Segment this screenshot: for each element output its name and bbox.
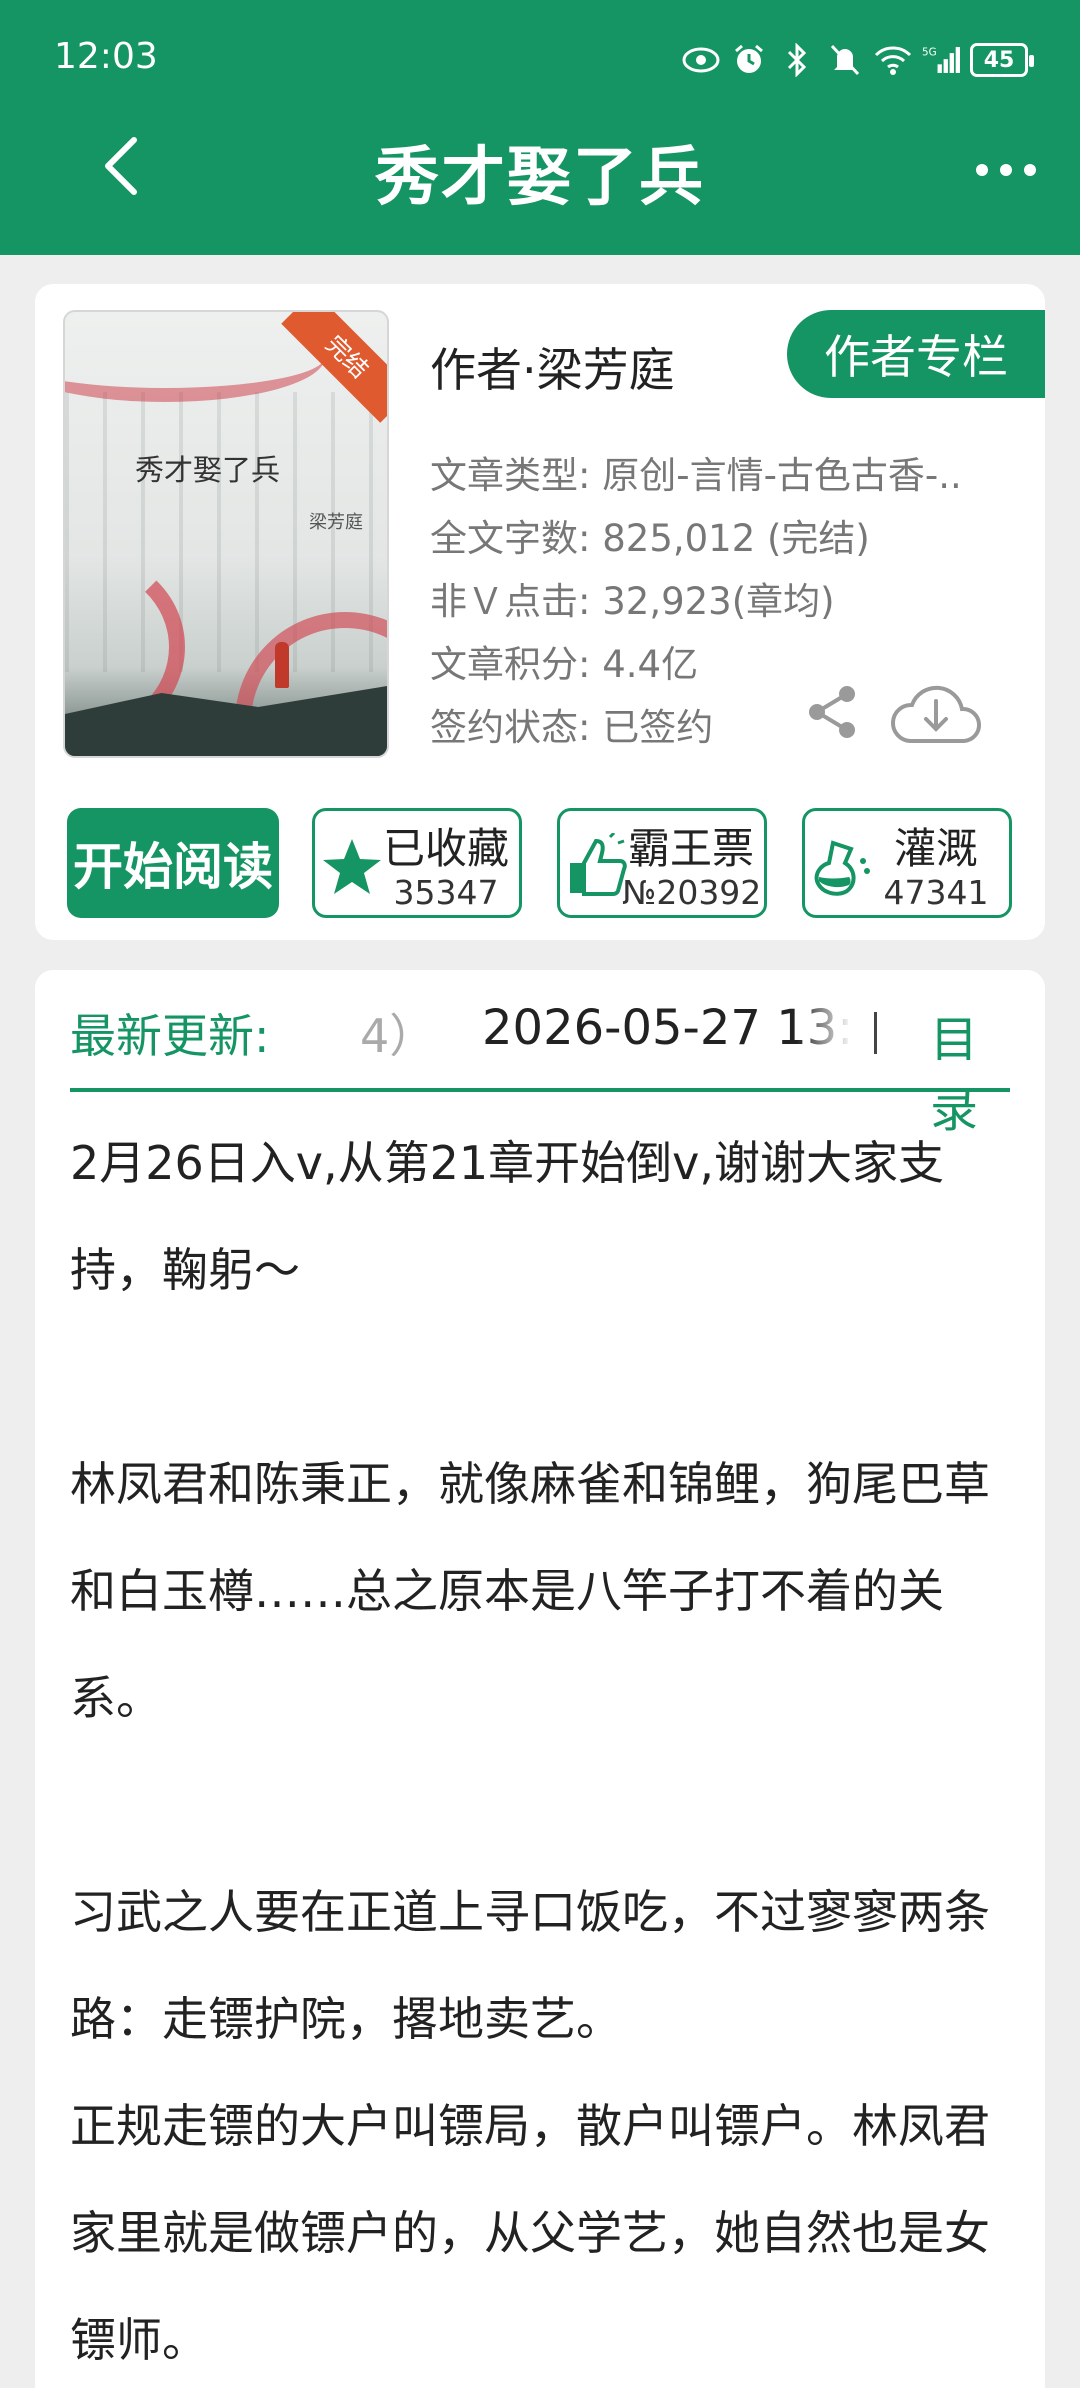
info-value: 825,012 (完结) [602,517,870,560]
info-value: 已签约 [602,706,714,749]
book-cover[interactable]: 秀才娶了兵 梁芳庭 完结 [63,310,389,758]
page-title: 秀才娶了兵 [375,141,705,215]
synopsis-paragraph: 习武之人要在正道上寻口饭吃，不过寥寥两条路：走镖护院，撂地卖艺。 [70,1885,990,2046]
eye-icon [682,41,720,79]
favorite-label: 已收藏 [382,824,509,873]
info-value: 原创-言情-古色古香-.. [602,454,962,497]
status-time: 12:03 [54,36,158,77]
latest-chapter[interactable]: 4） [360,1000,435,1066]
synopsis-paragraph: 林凤君和陈秉正，就像麻雀和锦鲤，狗尾巴草和白玉樽……总之原本是八竿子打不着的关系… [70,1457,990,1725]
favorite-button[interactable]: 已收藏 35347 [312,808,522,918]
book-synopsis: 2月26日入v,从第21章开始倒v,谢谢大家支持，鞠躬～ 林凤君和陈秉正，就像麻… [70,1110,1010,2388]
more-dot-icon [1024,164,1036,176]
alarm-icon [730,41,768,79]
app-header: 12:03 5G 45 秀才娶了兵 [0,0,1080,255]
cloud-download-icon[interactable] [888,679,982,749]
status-icons: 5G 45 [682,38,1034,82]
watering-flask-icon [814,840,870,896]
synopsis-card: 最新更新: 4） 2026-05-27 13: 目录 2月26日入v,从第21章… [35,970,1045,2388]
info-row-wordcount: 全文字数: 825,012 (完结) [430,507,1030,570]
divider [874,1012,877,1054]
overlord-ticket-button[interactable]: 霸王票 №20392 [557,808,767,918]
star-icon [323,839,381,894]
info-key: 文章类型: [430,454,591,497]
bluetooth-icon [778,41,816,79]
latest-update-bar[interactable]: 最新更新: 4） 2026-05-27 13: 目录 [70,970,1010,1138]
cover-author: 梁芳庭 [309,512,363,533]
svg-text:5G: 5G [922,47,937,59]
overlord-ticket-count: №20392 [622,873,762,912]
synopsis-paragraph: 2月26日入v,从第21章开始倒v,谢谢大家支持，鞠躬～ [70,1136,945,1297]
favorite-count: 35347 [393,873,499,912]
battery-icon: 45 [970,43,1034,77]
thumbs-up-icon [570,833,627,896]
nutrient-button[interactable]: 灌溉 47341 [802,808,1012,918]
wifi-icon [874,41,912,79]
info-value: 32,923(章均) [602,580,835,623]
info-key: 非Ｖ点击: [430,580,591,623]
nutrient-label: 灌溉 [893,824,978,873]
battery-level: 45 [983,47,1015,73]
action-bar: 开始阅读 已收藏 35347 霸王票 №20392 灌溉 47341 [67,808,1013,918]
author-column-button[interactable]: 作者专栏 [787,310,1045,398]
signal-5g-icon: 5G [922,41,960,79]
latest-update-time: 2026-05-27 13: [482,1000,852,1056]
latest-update-label: 最新更新: [70,1009,270,1063]
mute-icon [826,41,864,79]
synopsis-paragraph: 正规走镖的大户叫镖局，散户叫镖户。林凤君家里就是做镖户的，从父学艺，她自然也是女… [70,2099,990,2367]
info-row-type: 文章类型: 原创-言情-古色古香-.. [430,444,1030,507]
cover-figure [275,642,289,688]
info-key: 全文字数: [430,517,591,560]
info-row-clicks: 非Ｖ点击: 32,923(章均) [430,570,1030,633]
info-key: 签约状态: [430,706,591,749]
book-info-card: 秀才娶了兵 梁芳庭 完结 作者·梁芳庭 作者专栏 文章类型: 原创-言情-古色古… [35,284,1045,940]
info-value: 4.4亿 [602,643,699,686]
start-reading-button[interactable]: 开始阅读 [67,808,279,918]
more-dot-icon [976,164,988,176]
more-dot-icon [1000,164,1012,176]
nutrient-count: 47341 [883,873,989,912]
cover-title: 秀才娶了兵 [135,453,281,487]
overlord-ticket-label: 霸王票 [627,824,754,873]
author-name[interactable]: 作者·梁芳庭 [430,334,675,400]
share-icon[interactable] [805,684,861,740]
info-key: 文章积分: [430,643,591,686]
more-button[interactable] [976,146,1036,194]
